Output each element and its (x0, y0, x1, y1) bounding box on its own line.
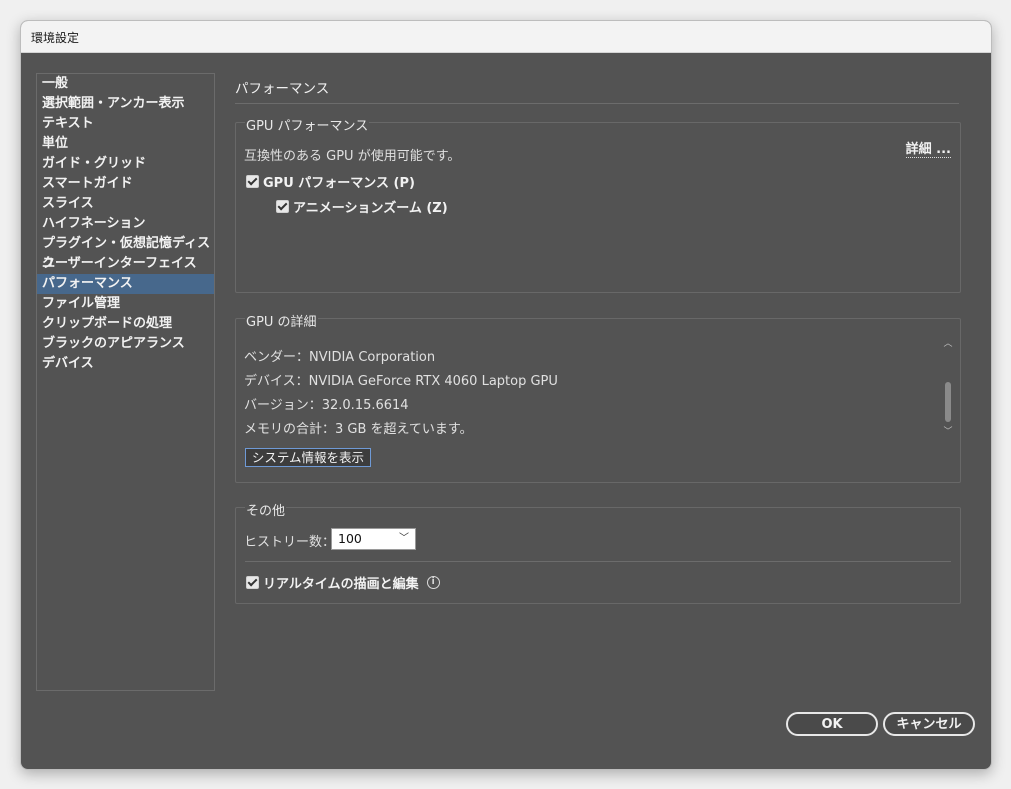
sidebar-item-guides-grid[interactable]: ガイド・グリッド (37, 154, 214, 174)
category-list: 一般 選択範囲・アンカー表示 テキスト 単位 ガイド・グリッド スマートガイド … (36, 73, 215, 691)
preferences-dialog: 環境設定 一般 選択範囲・アンカー表示 テキスト 単位 ガイド・グリッド スマー… (20, 20, 992, 770)
sidebar-item-type[interactable]: テキスト (37, 114, 214, 134)
info-icon[interactable]: i (426, 576, 440, 589)
gpu-details-group: GPU の詳細 ベンダー：NVIDIA Corporation デバイス：NVI… (235, 311, 961, 483)
gpu-compat-text: 互換性のある GPU が使用可能です。 (244, 149, 461, 164)
animation-zoom-checkbox[interactable] (276, 200, 289, 213)
sidebar-item-file-handling[interactable]: ファイル管理 (37, 294, 214, 314)
scroll-thumb[interactable] (945, 382, 951, 422)
gpu-performance-checkbox[interactable] (246, 175, 259, 188)
window-title: 環境設定 (31, 31, 80, 45)
sidebar-item-units[interactable]: 単位 (37, 134, 214, 154)
chevron-down-icon: ﹀ (399, 533, 409, 544)
page-title: パフォーマンス (235, 77, 959, 104)
sidebar-item-appearance-of-black[interactable]: ブラックのアピアランス (37, 334, 214, 354)
gpu-performance-group: GPU パフォーマンス 互換性のある GPU が使用可能です。 詳細 ... G… (235, 115, 961, 293)
other-group: その他 ヒストリー数： 100 ﹀ リアルタイムの描画と編集 i (235, 500, 961, 604)
gpu-details-link[interactable]: 詳細 ... (905, 143, 951, 158)
ok-button[interactable]: OK (786, 712, 878, 736)
history-states-value: 100 (338, 531, 362, 546)
gpu-memory-line: メモリの合計：3 GB を超えています。 (244, 422, 473, 437)
sidebar-item-smart-guides[interactable]: スマートガイド (37, 174, 214, 194)
gpu-details-group-label: GPU の詳細 (245, 311, 318, 330)
realtime-drawing-label: リアルタイムの描画と編集 (263, 577, 419, 592)
sidebar-item-general[interactable]: 一般 (37, 74, 214, 94)
history-states-select[interactable]: 100 ﹀ (331, 528, 416, 550)
animation-zoom-label: アニメーションズーム (Z) (293, 201, 448, 216)
scroll-up-icon[interactable]: ︿ (943, 339, 953, 349)
gpu-performance-option[interactable]: GPU パフォーマンス (P) (246, 172, 415, 191)
sidebar-item-user-interface[interactable]: ユーザーインターフェイス (37, 254, 214, 274)
history-label: ヒストリー数： (244, 535, 336, 550)
show-system-info-button[interactable]: システム情報を表示 (245, 448, 371, 467)
gpu-device-line: デバイス：NVIDIA GeForce RTX 4060 Laptop GPU (244, 374, 558, 389)
gpu-version-line: バージョン：32.0.15.6614 (244, 398, 409, 413)
realtime-drawing-checkbox[interactable] (246, 576, 259, 589)
animation-zoom-option[interactable]: アニメーションズーム (Z) (276, 197, 448, 216)
gpu-performance-label: GPU パフォーマンス (P) (263, 176, 415, 191)
title-bar[interactable]: 環境設定 (21, 21, 991, 53)
sidebar-item-hyphenation[interactable]: ハイフネーション (37, 214, 214, 234)
cancel-button[interactable]: キャンセル (883, 712, 975, 736)
realtime-drawing-option[interactable]: リアルタイムの描画と編集 i (246, 573, 440, 592)
gpu-vendor-line: ベンダー：NVIDIA Corporation (244, 350, 436, 365)
sidebar-item-slices[interactable]: スライス (37, 194, 214, 214)
other-group-label: その他 (245, 500, 287, 519)
sidebar-item-plugins-scratch-disks[interactable]: プラグイン・仮想記憶ディスク (37, 234, 214, 271)
scroll-down-icon[interactable]: ﹀ (943, 427, 953, 437)
sidebar-item-performance[interactable]: パフォーマンス (37, 274, 214, 294)
performance-panel: パフォーマンス GPU パフォーマンス 互換性のある GPU が使用可能です。 … (235, 73, 961, 633)
sidebar-item-selection-anchor[interactable]: 選択範囲・アンカー表示 (37, 94, 214, 114)
sidebar-item-clipboard-handling[interactable]: クリップボードの処理 (37, 314, 214, 334)
gpu-details-scrollbar[interactable]: ︿ ﹀ (943, 335, 953, 437)
gpu-performance-group-label: GPU パフォーマンス (245, 115, 370, 134)
other-divider (245, 561, 951, 562)
sidebar-item-devices[interactable]: デバイス (37, 354, 214, 374)
